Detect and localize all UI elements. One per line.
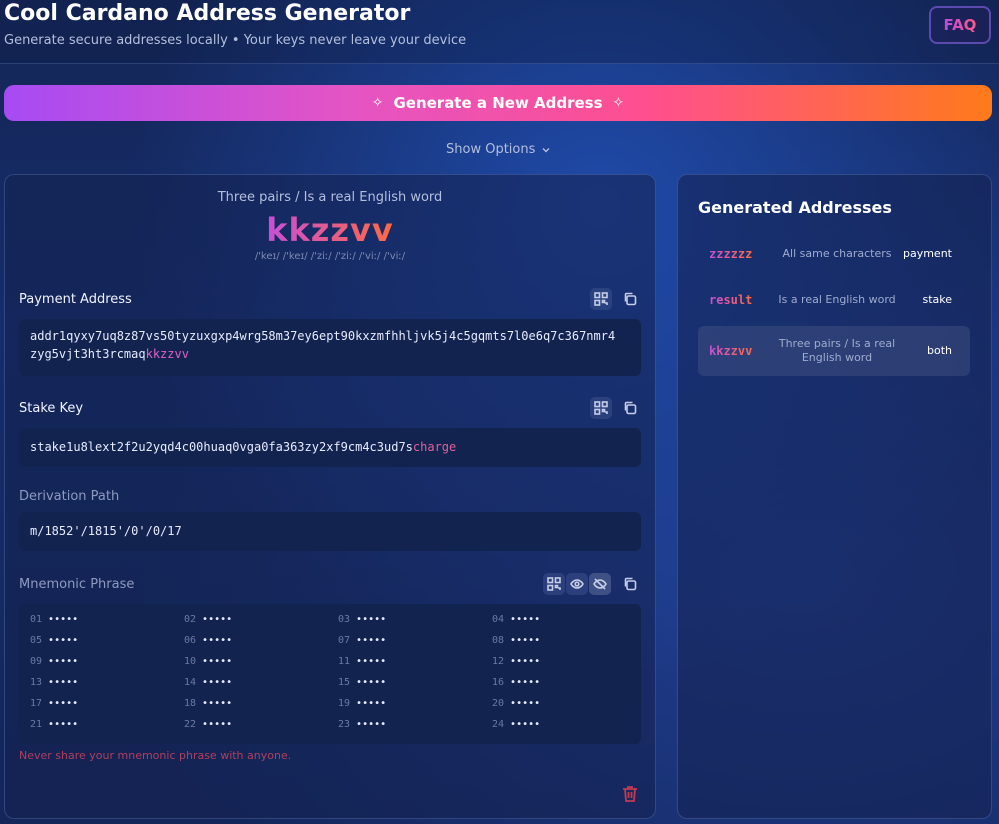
mnemonic-word: 11 ••••• — [338, 656, 387, 667]
mnemonic-word: 10 ••••• — [184, 656, 233, 667]
mnemonic-word: 17 ••••• — [30, 698, 79, 709]
mnemonic-label: Mnemonic Phrase — [19, 577, 135, 592]
mnemonic-word: 02 ••••• — [184, 614, 233, 625]
generated-type: stake — [922, 293, 952, 306]
generated-addresses-title: Generated Addresses — [698, 198, 892, 217]
mnemonic-word: 13 ••••• — [30, 677, 79, 688]
generated-word: zzzzzz — [709, 247, 753, 261]
derivation-path-label: Derivation Path — [19, 489, 120, 504]
qr-code-icon[interactable] — [590, 397, 612, 419]
mnemonic-word: 08 ••••• — [492, 635, 541, 646]
copy-icon[interactable] — [619, 397, 641, 419]
header: Cool Cardano Address Generator Generate … — [0, 0, 999, 64]
generated-description: All same characters — [782, 247, 892, 260]
generate-button-label: Generate a New Address — [393, 94, 603, 112]
derivation-path-field[interactable]: m/1852'/1815'/0'/0/17 — [19, 512, 641, 551]
mnemonic-word: 12 ••••• — [492, 656, 541, 667]
mnemonic-word: 24 ••••• — [492, 719, 541, 730]
sparkle-icon: ✧ — [612, 95, 625, 111]
generated-description: Three pairs / Is a real English word — [778, 337, 896, 364]
show-options-toggle[interactable]: Show Options — [446, 142, 551, 157]
mnemonic-warning: Never share your mnemonic phrase with an… — [19, 749, 292, 762]
chevron-down-icon — [542, 147, 550, 152]
faq-button[interactable]: FAQ — [929, 6, 991, 44]
faq-label: FAQ — [943, 16, 977, 34]
app-subtitle: Generate secure addresses locally • Your… — [4, 33, 467, 48]
mnemonic-word: 05 ••••• — [30, 635, 79, 646]
generated-row[interactable]: result Is a real English word stake — [698, 275, 970, 325]
mnemonic-word: 19 ••••• — [338, 698, 387, 709]
generated-word: kkzzvv — [709, 344, 753, 358]
mnemonic-word: 16 ••••• — [492, 677, 541, 688]
mnemonic-word: 04 ••••• — [492, 614, 541, 625]
address-details-card: Three pairs / Is a real English word kkz… — [4, 174, 656, 819]
generated-row-selected[interactable]: kkzzvv Three pairs / Is a real English w… — [698, 326, 970, 376]
pronunciation: /'keɪ/ /'keɪ/ /'ziː/ /'ziː/ /'viː/ /'viː… — [254, 251, 406, 262]
mnemonic-word: 20 ••••• — [492, 698, 541, 709]
generated-description: Is a real English word — [778, 293, 896, 306]
mnemonic-word: 06 ••••• — [184, 635, 233, 646]
mnemonic-word: 18 ••••• — [184, 698, 233, 709]
mnemonic-word: 01 ••••• — [30, 614, 79, 625]
copy-icon[interactable] — [619, 288, 641, 310]
eye-off-icon[interactable] — [589, 573, 611, 595]
generated-type: both — [927, 344, 952, 357]
mnemonic-word: 09 ••••• — [30, 656, 79, 667]
eye-icon[interactable] — [566, 573, 588, 595]
mnemonic-word: 07 ••••• — [338, 635, 387, 646]
show-options-label: Show Options — [446, 142, 536, 157]
generated-type: payment — [902, 247, 952, 260]
stake-key-label: Stake Key — [19, 401, 84, 416]
qr-code-icon[interactable] — [543, 573, 565, 595]
app-title: Cool Cardano Address Generator — [4, 1, 411, 26]
trash-icon[interactable] — [620, 784, 642, 806]
vanity-word: kkzzvv — [266, 211, 394, 249]
mnemonic-word: 15 ••••• — [338, 677, 387, 688]
generated-addresses-panel: Generated Addresses zzzzzz All same char… — [677, 174, 992, 819]
mnemonic-word: 21 ••••• — [30, 719, 79, 730]
copy-icon[interactable] — [619, 573, 641, 595]
payment-address-label: Payment Address — [19, 292, 132, 307]
payment-address-line1: addr1qyxy7uq8z87vs50tyzuxgxp4wrg58m37ey6… — [30, 329, 616, 343]
pattern-description: Three pairs / Is a real English word — [217, 190, 443, 205]
payment-address-field[interactable]: addr1qyxy7uq8z87vs50tyzuxgxp4wrg58m37ey6… — [19, 319, 641, 376]
stake-key-field[interactable]: stake1u8lext2f2u2yqd4c00huaq0vga0fa363zy… — [19, 428, 641, 467]
mnemonic-word: 14 ••••• — [184, 677, 233, 688]
mnemonic-word: 23 ••••• — [338, 719, 387, 730]
sparkle-icon: ✧ — [371, 95, 384, 111]
mnemonic-word: 22 ••••• — [184, 719, 233, 730]
generated-row[interactable]: zzzzzz All same characters payment — [698, 229, 970, 279]
generated-word: result — [709, 293, 753, 307]
generate-address-button[interactable]: ✧ Generate a New Address ✧ — [4, 85, 992, 121]
mnemonic-word: 03 ••••• — [338, 614, 387, 625]
mnemonic-grid: 01 ••••• 02 ••••• 03 ••••• 04 ••••• 05 ••••• 06 •••… — [19, 604, 641, 744]
payment-address-line2: zyg5vjt3ht3rcmaqkkzzvv — [30, 347, 189, 361]
qr-code-icon[interactable] — [590, 288, 612, 310]
